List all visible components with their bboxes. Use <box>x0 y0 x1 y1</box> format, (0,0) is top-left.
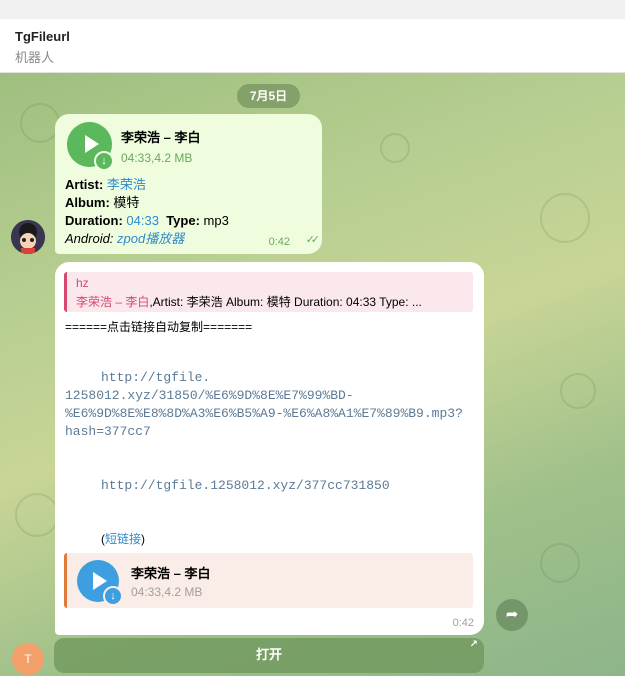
type-value: mp3 <box>203 213 229 228</box>
chat-subtitle: 机器人 <box>15 50 55 65</box>
short-url-link[interactable]: http://tgfile.1258012.xyz/377cc731850 <box>101 477 390 495</box>
android-link[interactable]: zpod播放器 <box>117 231 184 246</box>
reply-quote[interactable]: hz 李荣浩 – 李白,Artist: 李荣浩 Album: 模特 Durati… <box>64 272 473 312</box>
long-url-part: 1258012.xyz/31850/%E6%9D%8E%E7%99%BD- <box>65 388 354 403</box>
message-bubble-audio[interactable]: ↓ 李荣浩 – 李白 04:33,4.2 MB Artist: 李荣浩 Albu… <box>55 114 322 254</box>
open-button-label: 打开 <box>255 647 282 662</box>
duration-label: Duration: <box>65 213 123 228</box>
play-icon <box>93 572 107 590</box>
long-url-link[interactable]: http://tgfile. 1258012.xyz/31850/%E6%9D%… <box>65 369 463 441</box>
audio-preview-card[interactable]: ↓ 李荣浩 – 李白 04:33,4.2 MB <box>64 553 473 608</box>
card-meta: 04:33,4.2 MB <box>131 585 203 599</box>
artist-label: Artist: <box>65 177 104 192</box>
reply-title: 李荣浩 – 李白 <box>76 295 150 309</box>
window-top-strip <box>0 0 625 19</box>
artist-link[interactable]: 李荣浩 <box>107 177 146 192</box>
album-label: Album: <box>65 195 110 210</box>
external-arrow-icon: ↗ <box>469 639 478 650</box>
shortlink-link[interactable]: 短链接 <box>105 532 141 546</box>
chat-title: TgFileurl <box>15 29 70 44</box>
open-button[interactable]: 打开 ↗ <box>54 638 484 673</box>
album-value: 模特 <box>113 195 140 210</box>
play-button-card[interactable]: ↓ <box>77 560 123 606</box>
shortlink-line: (短链接) <box>101 530 145 547</box>
date-separator: 7月5日 <box>237 84 300 108</box>
bot-avatar[interactable] <box>11 220 45 254</box>
download-icon[interactable]: ↓ <box>94 151 114 171</box>
long-url-part: http://tgfile. <box>101 370 211 385</box>
message-time: 0:42 <box>268 236 290 248</box>
play-button[interactable]: ↓ <box>67 122 114 171</box>
play-icon <box>85 135 99 153</box>
paren-close: ) <box>141 532 146 546</box>
download-icon[interactable]: ↓ <box>103 586 123 606</box>
android-label: Android: <box>65 231 114 246</box>
message-time: 0:42 <box>452 617 474 629</box>
read-checks-icon: ✓✓ <box>305 234 321 246</box>
long-url-part: %E6%9D%8E%E8%8D%A3%E6%B5%A9-%E6%A8%A1%E7… <box>65 406 463 421</box>
reply-rest: ,Artist: 李荣浩 Album: 模特 Duration: 04:33 T… <box>149 295 422 309</box>
audio-title: 李荣浩 – 李白 <box>121 130 201 145</box>
audio-meta: 04:33,4.2 MB <box>121 151 193 165</box>
message-bubble-links[interactable]: hz 李荣浩 – 李白,Artist: 李荣浩 Album: 模特 Durati… <box>55 262 484 635</box>
share-icon[interactable]: ➦ <box>496 599 528 631</box>
user-avatar[interactable]: T <box>12 643 44 675</box>
type-label: Type: <box>166 213 200 228</box>
duration-link[interactable]: 04:33 <box>126 213 159 228</box>
card-title: 李荣浩 – 李白 <box>131 566 211 581</box>
chat-header[interactable]: TgFileurl 机器人 <box>0 19 625 73</box>
long-url-part: hash=377cc7 <box>65 424 151 439</box>
reply-author: hz <box>76 276 89 290</box>
reply-preview: 李荣浩 – 李白,Artist: 李荣浩 Album: 模特 Duration:… <box>76 293 473 310</box>
copy-hint: ======点击链接自动复制======= <box>65 320 253 334</box>
